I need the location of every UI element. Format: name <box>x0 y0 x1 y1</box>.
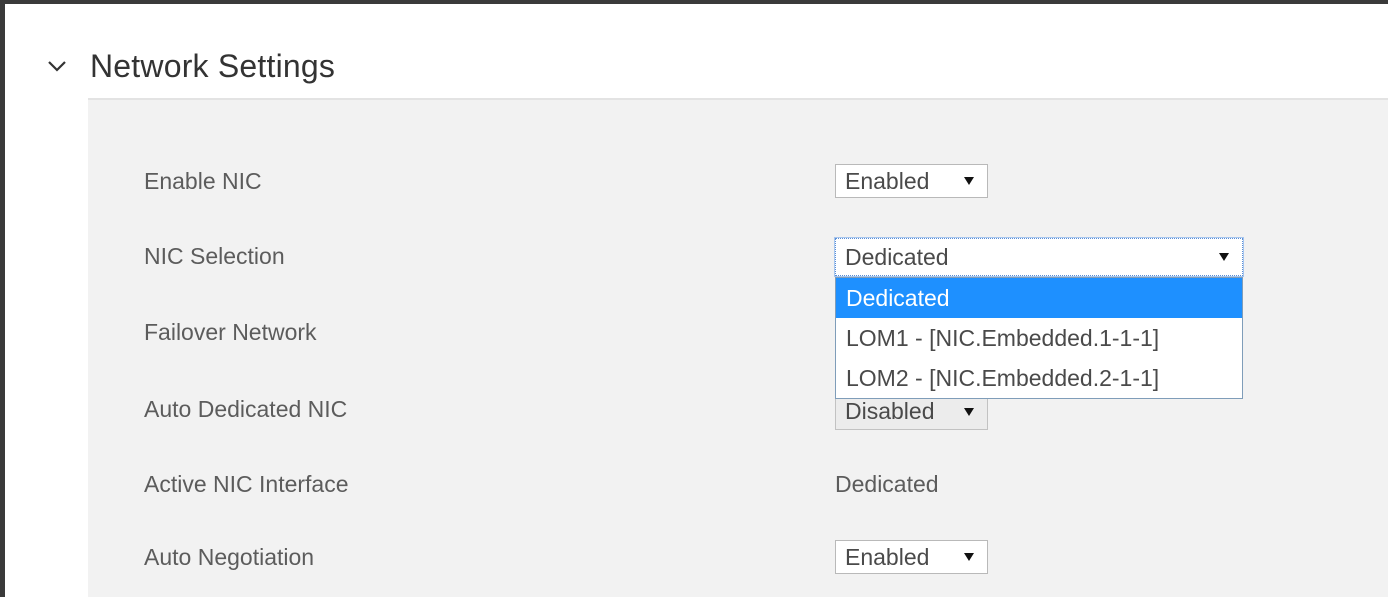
enable-nic-label: Enable NIC <box>144 168 262 194</box>
active-nic-interface-value: Dedicated <box>835 471 939 497</box>
active-nic-interface-label: Active NIC Interface <box>144 471 349 497</box>
dropdown-arrow-icon <box>964 407 974 416</box>
enable-nic-select[interactable]: Enabled <box>835 164 988 198</box>
enable-nic-value: Enabled <box>845 167 930 194</box>
dropdown-arrow-icon <box>964 177 974 185</box>
failover-network-label: Failover Network <box>144 319 317 345</box>
auto-negotiation-value: Enabled <box>845 543 930 570</box>
section-header[interactable]: Network Settings <box>46 44 335 88</box>
auto-negotiation-label: Auto Negotiation <box>144 544 315 570</box>
nic-selection-value: Dedicated <box>845 243 949 270</box>
chevron-down-icon[interactable] <box>46 55 68 77</box>
auto-dedicated-nic-value: Disabled <box>845 398 935 424</box>
nic-selection-dropdown: Dedicated LOM1 - [NIC.Embedded.1-1-1] LO… <box>835 277 1243 399</box>
nic-selection-label: NIC Selection <box>144 243 285 269</box>
auto-dedicated-nic-label: Auto Dedicated NIC <box>144 396 348 422</box>
dropdown-arrow-icon <box>1219 253 1229 261</box>
dropdown-arrow-icon <box>964 553 974 561</box>
nic-selection-select[interactable]: Dedicated <box>834 237 1244 277</box>
section-title: Network Settings <box>90 47 336 84</box>
dropdown-option-lom1[interactable]: LOM1 - [NIC.Embedded.1-1-1] <box>836 318 1242 358</box>
dropdown-option-lom2[interactable]: LOM2 - [NIC.Embedded.2-1-1] <box>836 358 1242 398</box>
dropdown-option-dedicated[interactable]: Dedicated <box>836 278 1242 318</box>
auto-negotiation-select[interactable]: Enabled <box>835 540 988 574</box>
